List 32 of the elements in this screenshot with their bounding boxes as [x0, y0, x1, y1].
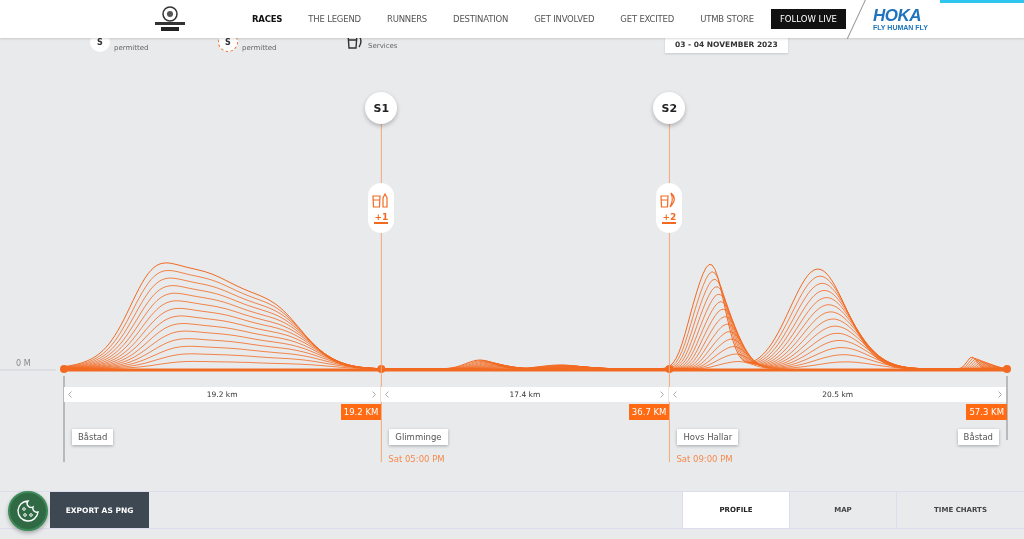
axis-label: 0 M	[16, 359, 31, 368]
chevron-left-icon[interactable]	[673, 391, 678, 398]
location-label: Båstad	[72, 429, 114, 445]
arrival-time: Sat 09:00 PM	[676, 454, 733, 464]
chevron-left-icon[interactable]	[68, 391, 72, 398]
arrival-time: Sat 05:00 PM	[388, 454, 445, 464]
location-label: Hovs Hallar	[677, 429, 739, 445]
nav-link[interactable]: DESTINATION	[440, 14, 522, 24]
station-marker[interactable]: S2	[653, 92, 686, 124]
chevron-right-icon[interactable]	[997, 391, 1002, 398]
services-count: +1	[374, 212, 389, 224]
location-label: Båstad	[957, 429, 999, 445]
brand-logo: HOKA	[872, 7, 922, 24]
glass-bottle-icon	[372, 192, 391, 208]
follow-live-button[interactable]: FOLLOW LIVE	[770, 9, 846, 29]
nav-link[interactable]: GET EXCITED	[607, 14, 688, 24]
chevron-right-icon[interactable]	[372, 391, 377, 398]
nav-link[interactable]: THE LEGEND	[295, 14, 374, 24]
chevron-left-icon[interactable]	[385, 391, 390, 398]
location-label: Glimminge	[389, 429, 448, 445]
distance-badge: 36.7 KM	[628, 404, 670, 420]
chevron-right-icon[interactable]	[660, 391, 665, 398]
distance-badge: 57.3 KM	[966, 404, 1007, 420]
cookie-icon	[16, 499, 40, 523]
nav-link[interactable]: RUNNERS	[373, 14, 441, 24]
nav-link[interactable]: RACES	[239, 14, 296, 24]
nav-link[interactable]: GET INVOLVED	[521, 14, 608, 24]
services-count: +2	[662, 212, 677, 224]
station-marker[interactable]: S1	[365, 92, 398, 124]
nav-link[interactable]: UTMB STORE	[687, 14, 767, 24]
lion-logo-icon	[153, 5, 187, 33]
distance-badge: 19.2 KM	[340, 404, 382, 420]
